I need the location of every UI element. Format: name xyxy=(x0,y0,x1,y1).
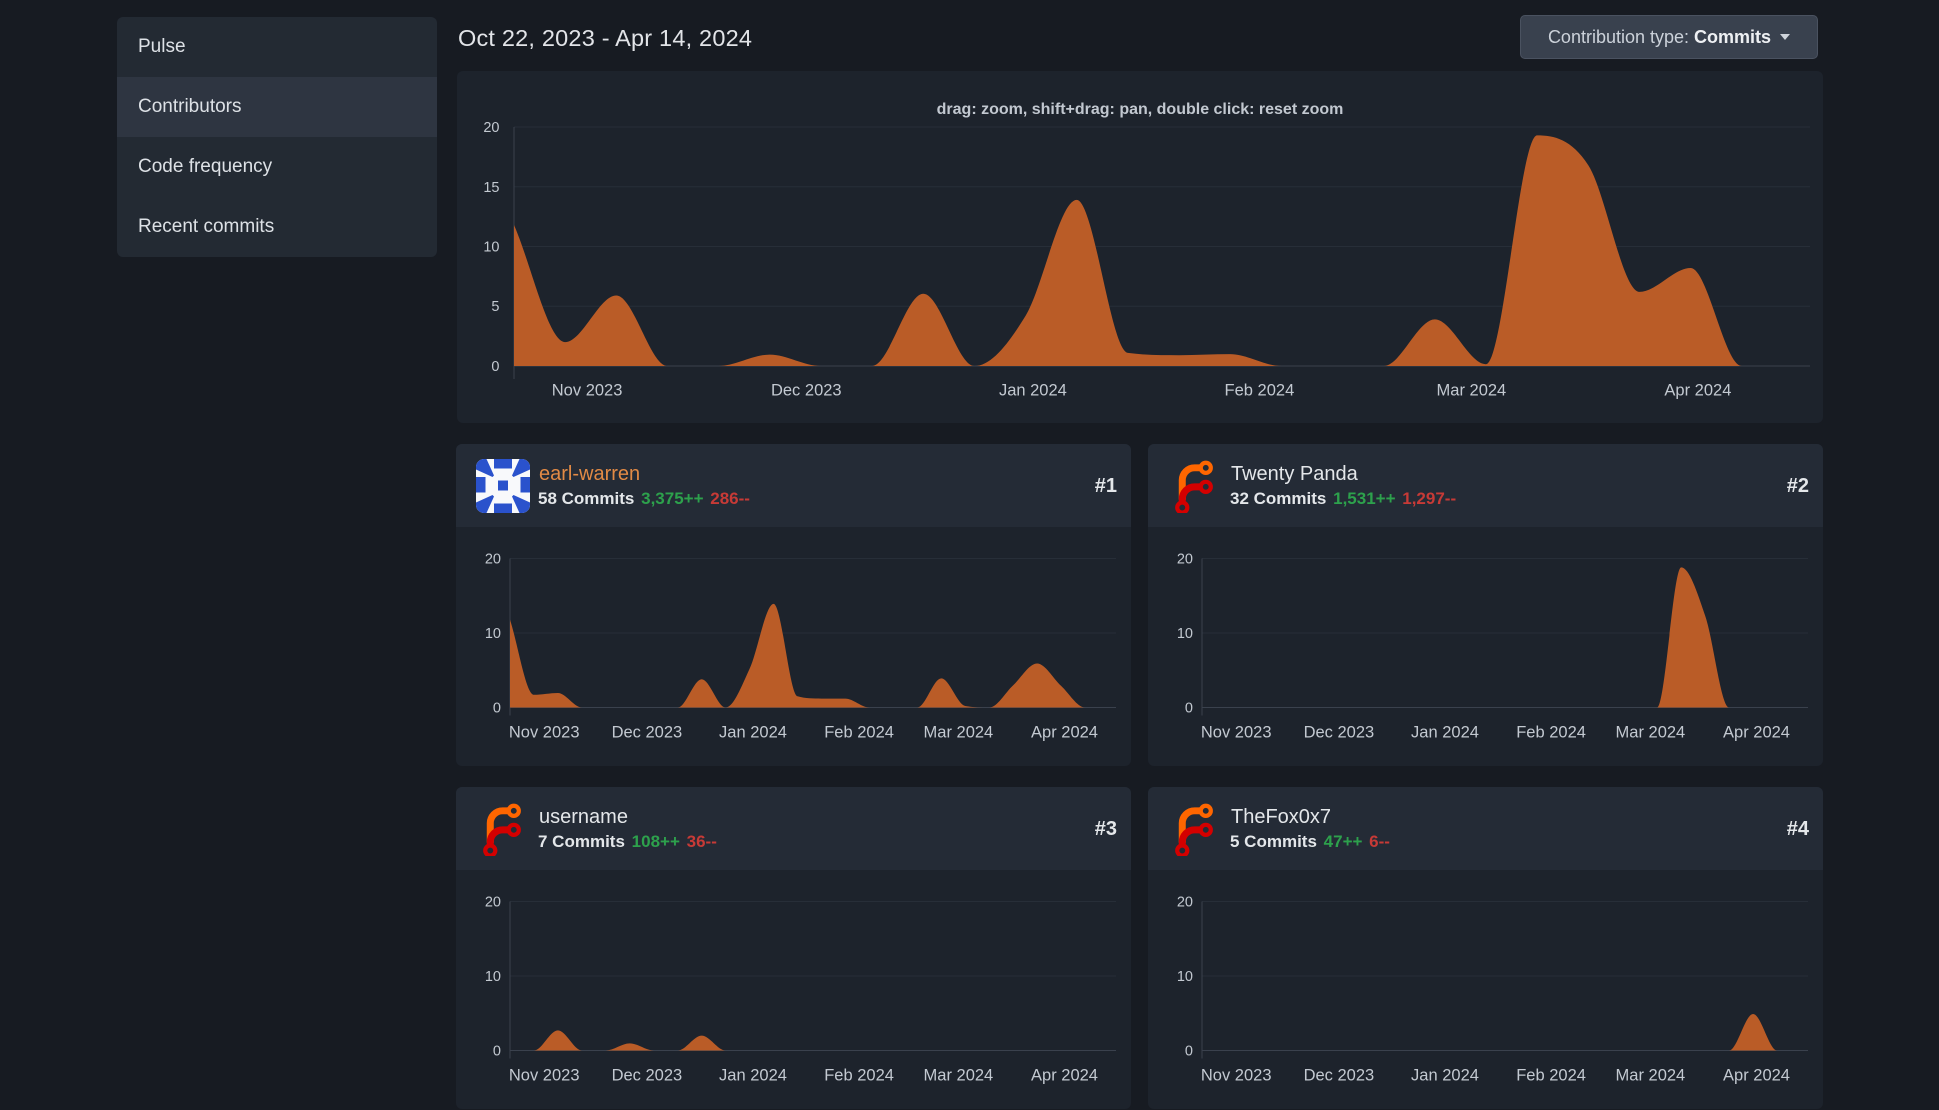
svg-text:10: 10 xyxy=(485,626,501,642)
svg-text:10: 10 xyxy=(485,969,501,985)
svg-text:20: 20 xyxy=(1177,895,1193,911)
svg-text:Mar 2024: Mar 2024 xyxy=(1616,724,1686,742)
svg-text:Nov 2023: Nov 2023 xyxy=(1201,1067,1272,1085)
svg-text:Nov 2023: Nov 2023 xyxy=(509,1067,580,1085)
svg-text:0: 0 xyxy=(1185,701,1193,717)
svg-text:Apr 2024: Apr 2024 xyxy=(1664,382,1731,400)
svg-text:0: 0 xyxy=(1185,1044,1193,1060)
svg-text:0: 0 xyxy=(493,1044,501,1060)
svg-text:Mar 2024: Mar 2024 xyxy=(924,724,994,742)
svg-text:Nov 2023: Nov 2023 xyxy=(552,382,623,400)
svg-text:Mar 2024: Mar 2024 xyxy=(1616,1067,1686,1085)
svg-text:Nov 2023: Nov 2023 xyxy=(509,724,580,742)
svg-text:Feb 2024: Feb 2024 xyxy=(1225,382,1295,400)
svg-text:Feb 2024: Feb 2024 xyxy=(1516,1067,1586,1085)
svg-text:Jan 2024: Jan 2024 xyxy=(719,724,787,742)
svg-text:Feb 2024: Feb 2024 xyxy=(824,724,894,742)
svg-text:Jan 2024: Jan 2024 xyxy=(999,382,1067,400)
svg-text:Dec 2023: Dec 2023 xyxy=(1304,1067,1375,1085)
svg-text:20: 20 xyxy=(485,552,501,568)
svg-text:Apr 2024: Apr 2024 xyxy=(1723,724,1790,742)
svg-text:15: 15 xyxy=(483,180,499,196)
svg-text:10: 10 xyxy=(1177,969,1193,985)
svg-text:10: 10 xyxy=(483,240,499,256)
svg-text:Apr 2024: Apr 2024 xyxy=(1723,1067,1790,1085)
svg-text:Dec 2023: Dec 2023 xyxy=(612,1067,683,1085)
svg-text:20: 20 xyxy=(485,895,501,911)
svg-text:Nov 2023: Nov 2023 xyxy=(1201,724,1272,742)
svg-text:20: 20 xyxy=(1177,552,1193,568)
svg-text:drag: zoom, shift+drag: pan, d: drag: zoom, shift+drag: pan, double clic… xyxy=(937,101,1344,118)
svg-text:0: 0 xyxy=(493,701,501,717)
svg-text:Apr 2024: Apr 2024 xyxy=(1031,724,1098,742)
svg-text:Apr 2024: Apr 2024 xyxy=(1031,1067,1098,1085)
svg-text:Mar 2024: Mar 2024 xyxy=(1437,382,1507,400)
svg-text:Feb 2024: Feb 2024 xyxy=(1516,724,1586,742)
svg-text:Dec 2023: Dec 2023 xyxy=(612,724,683,742)
svg-text:Jan 2024: Jan 2024 xyxy=(1411,724,1479,742)
svg-text:5: 5 xyxy=(491,299,499,315)
svg-text:Feb 2024: Feb 2024 xyxy=(824,1067,894,1085)
svg-text:Jan 2024: Jan 2024 xyxy=(1411,1067,1479,1085)
svg-text:Mar 2024: Mar 2024 xyxy=(924,1067,994,1085)
svg-text:Dec 2023: Dec 2023 xyxy=(1304,724,1375,742)
svg-text:20: 20 xyxy=(483,120,499,136)
svg-text:Jan 2024: Jan 2024 xyxy=(719,1067,787,1085)
svg-text:10: 10 xyxy=(1177,626,1193,642)
svg-text:Dec 2023: Dec 2023 xyxy=(771,382,842,400)
svg-text:0: 0 xyxy=(491,359,499,375)
